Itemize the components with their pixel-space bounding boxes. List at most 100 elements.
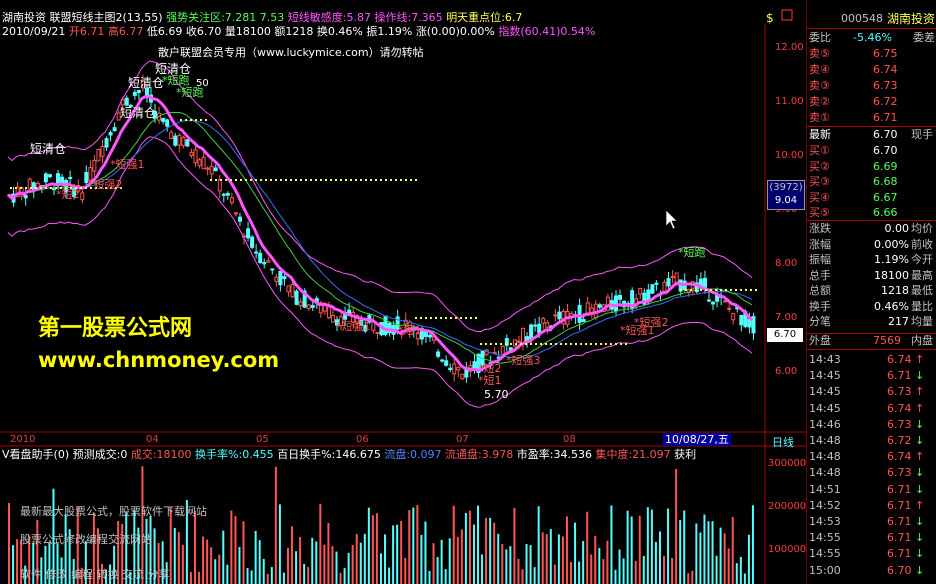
restore-icon[interactable] [781,9,793,21]
volume-bar [424,521,427,584]
bid-price[interactable]: 6.68 [873,175,898,189]
candle-body [201,156,206,170]
ask-price[interactable]: 6.72 [873,95,898,109]
volume-bar [472,524,475,584]
divider [807,126,936,127]
turn-label: 换手率% [195,448,239,461]
candle-body [246,228,251,239]
deal-value: :18100 [152,448,192,461]
selected-date-box: 10/08/27,五 [663,433,731,446]
volume-bar [367,507,370,584]
spot-label: 现手 [911,128,933,141]
ask-price[interactable]: 6.73 [873,79,898,93]
volume-bar [719,527,722,584]
tick-direction-icon: ↑ [915,401,925,415]
candle-body [516,340,521,343]
candle-body [613,295,618,312]
candle-body [306,304,311,309]
volume-bar [319,503,322,584]
volume-bar [400,520,403,584]
volume-bar [477,505,480,584]
watermark-line: 散户联盟会员专用（www.luckymice.com）请勿转帖 [158,46,424,59]
ask-price[interactable]: 6.71 [873,111,898,125]
stat-value: 18100 [874,268,909,282]
sensitivity-label: 短线敏感度 [287,11,343,24]
volume-bar [594,535,597,584]
divider [807,28,936,29]
volume-bar [610,505,613,584]
bar-change: 涨(0.00)0.00% [415,25,495,38]
volume-bar [699,532,702,584]
candle-body [460,373,465,380]
annotation-strong-6: *短强2 [634,316,669,329]
volume-bar [481,554,484,584]
period-label[interactable]: 日线 [772,434,794,450]
strong-zone-value: :7.281 [221,11,257,24]
bid-label: 买③ [809,175,830,188]
tick-direction-icon: ↓ [915,515,925,528]
bid-price[interactable]: 6.67 [873,191,898,205]
tick-time: 14:48 [809,466,841,480]
candle-body [254,251,259,254]
dollar-icon[interactable]: $ [766,11,774,25]
candle-body [233,212,238,215]
volume-bar [388,567,391,584]
volume-bar [541,532,544,584]
volume-bar [707,521,710,584]
volume-bar [270,567,273,584]
price-tick-label: 12.00 [775,42,804,53]
volume-bar [347,552,350,584]
current-price-marker: 6.70 [767,328,803,342]
candle-body [472,361,477,369]
volume-bar [695,523,698,584]
ask-price[interactable]: 6.75 [873,47,898,61]
ask-price[interactable]: 6.74 [873,63,898,77]
bid-price[interactable]: 6.70 [873,144,898,158]
candle-body [177,134,182,146]
candle-body [577,304,582,323]
indicator-name[interactable]: 联盟短线主图2 [50,11,123,24]
volume-bar [408,510,411,584]
main-chart-svg[interactable]: $ [0,0,806,584]
tick-time: 14:51 [809,482,841,496]
volume-bar [565,516,568,584]
volume-bar [598,547,601,584]
tick-direction-icon: ↑ [915,353,925,366]
volume-bar [291,526,294,584]
tick-price: 6.71 [887,482,912,496]
volume-bar [642,555,645,584]
volume-bar [432,543,435,584]
kline-chart-area[interactable]: $ 湖南投资 联盟短线主图2(13,55) 强势关注区:7.281 7.53 短… [0,0,806,584]
cursor-price: 9.04 [774,195,798,206]
bid-price[interactable]: 6.69 [873,160,898,174]
candle-body [193,149,198,164]
volume-bar [711,521,714,584]
volume-bar [242,521,245,584]
bar-high: 高6.77 [107,25,144,38]
bar-close: 收6.70 [185,25,222,38]
stat-label: 涨跌 [809,222,831,235]
annotation-clear-1: 短清仓 [30,142,67,156]
volume-bar [371,515,374,584]
bid-price[interactable]: 6.66 [873,206,898,220]
stat-label: 分笔 [809,315,831,328]
volume-bar [557,534,560,584]
candle-body [444,360,449,366]
annotation-run-3: *短跑 [678,246,706,259]
candle-body [43,173,48,183]
volume-bar [452,505,455,584]
mouse-cursor-icon [665,209,678,230]
volume-bar [375,513,378,584]
tomorrow-label: 明天重点位 [446,11,502,24]
volume-bar [282,572,285,584]
candle-body [173,135,178,146]
sub-indicator-name[interactable]: V看盘助手(0) [2,448,69,461]
tick-direction-icon: ↓ [915,466,925,480]
candle-body [723,300,728,303]
bar-volume: 量18100 [224,25,271,38]
stat-value: 1218 [881,284,909,297]
tick-time: 14:52 [809,498,841,512]
ohlc-info-line: 2010/09/21 开6.71 高6.77 低6.69 收6.70 量1810… [2,25,595,38]
outer-label: 外盘 [809,334,831,347]
volume-bar [493,522,496,584]
